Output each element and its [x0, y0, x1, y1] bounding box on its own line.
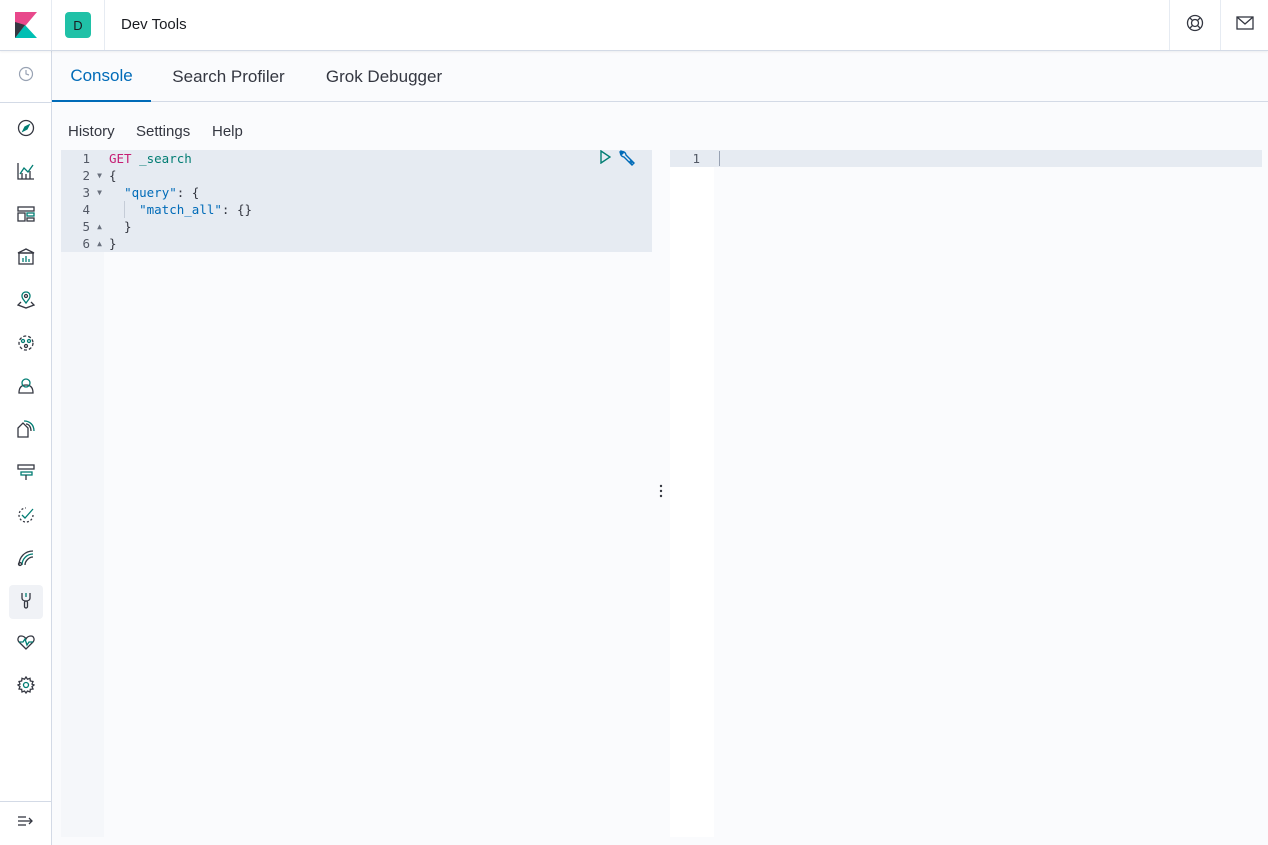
space-avatar[interactable]: D — [65, 12, 91, 38]
json-key: "query" — [124, 185, 177, 200]
top-header: D Dev Tools — [0, 0, 1268, 51]
uptime-icon — [17, 506, 35, 529]
fold-close-icon[interactable]: ▲ — [97, 235, 102, 252]
clock-icon — [18, 66, 34, 87]
maps-icon — [16, 290, 36, 314]
json-key: "match_all" — [139, 202, 222, 217]
visualize-icon — [17, 162, 35, 185]
code-line: } — [109, 219, 132, 234]
wrench-icon — [618, 149, 636, 172]
tab-console[interactable]: Console — [52, 51, 151, 102]
nav-canvas[interactable] — [9, 242, 43, 276]
nav-maps[interactable] — [9, 285, 43, 319]
settings-link[interactable]: Settings — [136, 123, 190, 140]
newsfeed-button[interactable] — [1220, 0, 1268, 50]
drag-handle-icon — [659, 484, 663, 503]
recently-viewed-button[interactable] — [0, 51, 51, 103]
response-editor[interactable] — [714, 150, 1262, 837]
code-line: } — [109, 236, 117, 251]
nav-apm[interactable] — [9, 543, 43, 577]
code-line: "query": { — [124, 185, 200, 200]
history-link[interactable]: History — [68, 123, 115, 140]
line-number: 4 — [82, 202, 90, 217]
siem-icon — [17, 377, 35, 400]
infrastructure-icon — [17, 463, 35, 486]
panel-resizer[interactable] — [653, 150, 669, 837]
app-title: Dev Tools — [121, 16, 187, 33]
logs-icon — [17, 419, 35, 443]
response-editor-gutter — [670, 150, 714, 837]
kibana-logo[interactable] — [0, 0, 52, 50]
help-icon — [1186, 14, 1204, 37]
tab-grok-debugger[interactable]: Grok Debugger — [312, 51, 456, 102]
request-path: _search — [139, 151, 192, 166]
machine-learning-icon — [17, 334, 35, 357]
canvas-icon — [17, 247, 35, 271]
apm-icon — [17, 549, 35, 572]
fold-open-icon[interactable]: ▼ — [97, 167, 102, 184]
nav-infrastructure[interactable] — [9, 457, 43, 491]
mail-icon — [1235, 15, 1254, 35]
dashboard-icon — [17, 205, 35, 228]
line-number: 6 ▲ — [82, 235, 102, 252]
nav-monitoring[interactable] — [9, 627, 43, 661]
request-editor[interactable] — [104, 150, 652, 837]
help-button[interactable] — [1169, 0, 1220, 50]
nav-siem[interactable] — [9, 371, 43, 405]
line-number: 2 ▼ — [82, 167, 102, 184]
indent-guide — [124, 201, 125, 218]
nav-discover[interactable] — [9, 113, 43, 147]
nav-dashboard[interactable] — [9, 199, 43, 233]
side-nav — [0, 51, 52, 845]
nav-management[interactable] — [9, 670, 43, 704]
line-number: 1 — [82, 151, 90, 166]
play-icon — [599, 149, 612, 169]
monitoring-icon — [17, 633, 35, 656]
nav-dev-tools[interactable] — [9, 585, 43, 619]
request-editor-gutter — [61, 150, 104, 837]
discover-icon — [17, 119, 35, 142]
response-active-line — [670, 150, 1262, 167]
http-method: GET — [109, 151, 132, 166]
header-divider — [104, 0, 105, 50]
help-link[interactable]: Help — [212, 123, 243, 140]
code-line: GET _search — [109, 150, 192, 167]
dev-tools-tabs: Console Search Profiler Grok Debugger — [52, 51, 1268, 102]
tab-search-profiler[interactable]: Search Profiler — [156, 51, 301, 102]
fold-open-icon[interactable]: ▼ — [97, 184, 102, 201]
gear-icon — [16, 675, 36, 699]
collapse-nav-button[interactable] — [0, 801, 51, 845]
code-line: { — [109, 168, 117, 183]
nav-visualize[interactable] — [9, 156, 43, 190]
line-number: 3 ▼ — [82, 184, 102, 201]
menu-collapse-icon — [17, 814, 35, 833]
nav-machine-learning[interactable] — [9, 328, 43, 362]
line-number: 5 ▲ — [82, 218, 102, 235]
text-cursor — [719, 151, 720, 166]
send-request-button[interactable] — [598, 149, 612, 169]
nav-uptime[interactable] — [9, 500, 43, 534]
fold-close-icon[interactable]: ▲ — [97, 218, 102, 235]
dev-tools-icon — [17, 591, 35, 614]
request-actions-button[interactable] — [617, 149, 637, 172]
nav-logs[interactable] — [9, 414, 43, 448]
code-line: "match_all": {} — [139, 202, 253, 217]
line-number: 1 — [692, 151, 700, 166]
